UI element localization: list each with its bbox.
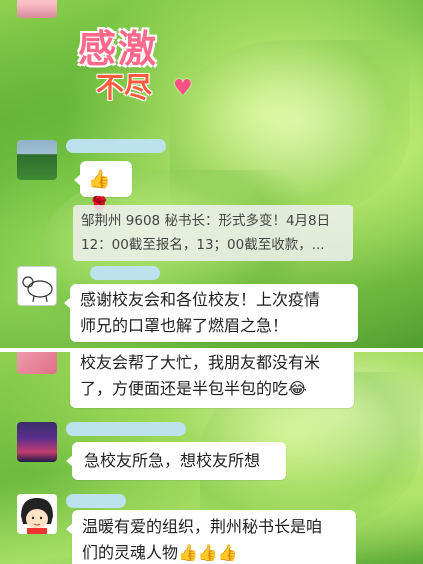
message-bubble[interactable]: 急校友所急，想校友所想 — [66, 442, 286, 480]
message-line: 师兄的口罩也解了燃眉之急！ — [80, 316, 289, 335]
message-line: 感谢校友会和各位校友！上次疫情 — [80, 290, 321, 309]
sender-name-redacted — [66, 494, 126, 508]
message-bubble[interactable]: 感谢校友会和各位校友！上次疫情 师兄的口罩也解了燃眉之急！ — [64, 284, 358, 342]
message-bubble[interactable]: 温暖有爱的组织，荆州秘书长是咱 们的灵魂人物👍👍👍 — [66, 510, 356, 564]
title-sub-text: 不尽 — [96, 71, 153, 104]
title-main-text: 感激 — [78, 27, 159, 71]
avatar[interactable] — [17, 266, 57, 306]
sender-name-redacted — [66, 139, 166, 153]
quote-line: 邹荆州 9608 秘书长：形式多变！4月8日 — [81, 213, 331, 229]
avatar[interactable] — [17, 352, 57, 374]
message-bubble[interactable]: 👍🌹 — [74, 161, 132, 217]
message-bubble[interactable]: 校友会帮了大忙，我朋友都没有米 了，方便面还是半包半包的吃😂 — [70, 352, 354, 408]
sender-name-redacted — [66, 422, 186, 436]
avatar[interactable] — [17, 494, 57, 534]
avatar[interactable] — [17, 422, 57, 462]
heart-icon: ♥ — [173, 76, 193, 101]
message-line: 急校友所急，想校友所想 — [84, 451, 261, 470]
sheep-drawing-icon — [22, 276, 53, 303]
avatar[interactable] — [17, 0, 57, 18]
cartoon-girl-icon — [17, 494, 57, 534]
sender-name-redacted — [90, 266, 160, 280]
quoted-message[interactable]: 邹荆州 9608 秘书长：形式多变！4月8日 12：00截至报名，13；00截至… — [73, 205, 353, 261]
message-line: 了，方便面还是半包半包的吃😂 — [80, 379, 307, 398]
message-line: 校友会帮了大忙，我朋友都没有米 — [80, 353, 321, 372]
quote-line: 12：00截至报名，13；00截至收款，... — [81, 237, 325, 253]
message-line: 们的灵魂人物👍👍👍 — [82, 543, 238, 562]
avatar[interactable] — [17, 140, 57, 180]
chat-screenshot-top: 感激 不尽 ♥ 👍🌹 邹荆州 9608 秘书长：形式多变！4月8日 12：00截… — [0, 0, 423, 348]
chat-screenshot-bottom: 校友会帮了大忙，我朋友都没有米 了，方便面还是半包半包的吃😂 急校友所急，想校友… — [0, 352, 423, 564]
message-line: 温暖有爱的组织，荆州秘书长是咱 — [82, 517, 323, 536]
title-sticker: 感激 不尽 ♥ — [78, 18, 198, 108]
